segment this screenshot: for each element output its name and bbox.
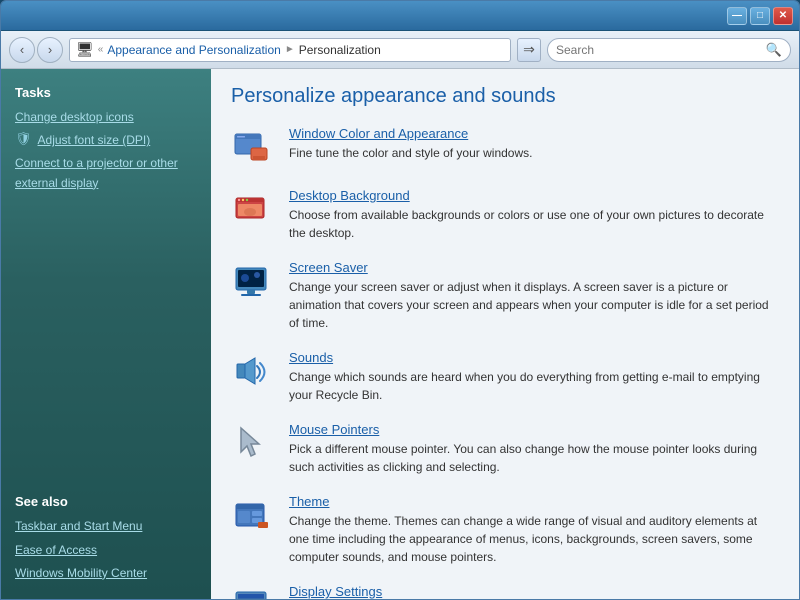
sounds-icon-svg <box>233 352 273 392</box>
theme-link[interactable]: Theme <box>289 494 779 509</box>
sounds-content: Sounds Change which sounds are heard whe… <box>289 350 779 404</box>
breadcrumb-arrow: ► <box>285 44 295 55</box>
change-desktop-icons-link[interactable]: Change desktop icons <box>15 108 134 127</box>
sidebar: Tasks Change desktop icons 🛡 Adjust font… <box>1 69 211 599</box>
screensaver-link[interactable]: Screen Saver <box>289 260 779 275</box>
content-area: Tasks Change desktop icons 🛡 Adjust font… <box>1 69 799 599</box>
search-icon: 🔍 <box>766 42 782 58</box>
desktop-bg-icon <box>231 188 275 232</box>
screensaver-content: Screen Saver Change your screen saver or… <box>289 260 779 332</box>
search-bar: 🔍 <box>547 38 791 62</box>
mouse-link[interactable]: Mouse Pointers <box>289 422 779 437</box>
desktop-bg-link[interactable]: Desktop Background <box>289 188 779 203</box>
see-also-section: See also Taskbar and Start Menu Ease of … <box>15 494 197 583</box>
window-color-icon <box>231 126 275 170</box>
breadcrumb-separator-left: « <box>98 44 104 55</box>
ease-of-access-link[interactable]: Ease of Access <box>15 541 197 560</box>
main-window: — □ ✕ ‹ › 🖥 « Appearance and Personaliza… <box>0 0 800 600</box>
connect-projector-link[interactable]: Connect to a projector or other external… <box>15 154 197 192</box>
desktop-bg-content: Desktop Background Choose from available… <box>289 188 779 242</box>
windows-mobility-center-link[interactable]: Windows Mobility Center <box>15 564 197 583</box>
mouse-desc: Pick a different mouse pointer. You can … <box>289 440 779 476</box>
desktop-bg-icon-svg <box>233 190 273 230</box>
title-bar: — □ ✕ <box>1 1 799 31</box>
settings-item-theme: Theme Change the theme. Themes can chang… <box>231 494 779 566</box>
theme-content: Theme Change the theme. Themes can chang… <box>289 494 779 566</box>
sounds-desc: Change which sounds are heard when you d… <box>289 368 779 404</box>
search-input[interactable] <box>556 43 762 57</box>
theme-icon-svg <box>233 496 273 536</box>
back-button[interactable]: ‹ <box>9 37 35 63</box>
desktop-bg-desc: Choose from available backgrounds or col… <box>289 206 779 242</box>
sounds-link[interactable]: Sounds <box>289 350 779 365</box>
minimize-button[interactable]: — <box>727 7 747 25</box>
adjust-font-size-link[interactable]: Adjust font size (DPI) <box>38 131 151 150</box>
window-color-icon-svg <box>233 128 273 168</box>
nav-arrows: ‹ › <box>9 37 63 63</box>
screensaver-icon <box>231 260 275 304</box>
maximize-button[interactable]: □ <box>750 7 770 25</box>
sidebar-item-projector[interactable]: Connect to a projector or other external… <box>15 154 197 192</box>
settings-item-screensaver: Screen Saver Change your screen saver or… <box>231 260 779 332</box>
shield-icon: 🛡 <box>15 131 32 147</box>
display-icon <box>231 584 275 599</box>
main-panel: Personalize appearance and sounds Window… <box>211 69 799 599</box>
sounds-icon <box>231 350 275 394</box>
window-color-content: Window Color and Appearance Fine tune th… <box>289 126 532 162</box>
mouse-icon-svg <box>233 424 273 464</box>
settings-item-mouse: Mouse Pointers Pick a different mouse po… <box>231 422 779 476</box>
window-controls: — □ ✕ <box>727 7 793 25</box>
tasks-title: Tasks <box>15 85 197 100</box>
page-title: Personalize appearance and sounds <box>231 85 779 108</box>
breadcrumb-bar: 🖥 « Appearance and Personalization ► Per… <box>69 38 511 62</box>
settings-item-desktop-bg: Desktop Background Choose from available… <box>231 188 779 242</box>
settings-item-window-color: Window Color and Appearance Fine tune th… <box>231 126 779 170</box>
window-color-link[interactable]: Window Color and Appearance <box>289 126 532 141</box>
mouse-content: Mouse Pointers Pick a different mouse po… <box>289 422 779 476</box>
window-color-desc: Fine tune the color and style of your wi… <box>289 144 532 162</box>
go-button[interactable]: ⇒ <box>517 38 541 62</box>
display-link[interactable]: Display Settings <box>289 584 779 599</box>
forward-button[interactable]: › <box>37 37 63 63</box>
sidebar-item-font-size[interactable]: 🛡 Adjust font size (DPI) <box>15 131 197 150</box>
screensaver-desc: Change your screen saver or adjust when … <box>289 278 779 332</box>
breadcrumb-link-appearance[interactable]: Appearance and Personalization <box>107 43 280 57</box>
settings-item-display: Display Settings Adjust your monitor res… <box>231 584 779 599</box>
see-also-title: See also <box>15 494 197 509</box>
mouse-icon <box>231 422 275 466</box>
sidebar-item-change-icons[interactable]: Change desktop icons <box>15 108 197 127</box>
theme-desc: Change the theme. Themes can change a wi… <box>289 512 779 566</box>
close-button[interactable]: ✕ <box>773 7 793 25</box>
taskbar-start-menu-link[interactable]: Taskbar and Start Menu <box>15 517 197 536</box>
display-icon-svg <box>233 586 273 599</box>
settings-item-sounds: Sounds Change which sounds are heard whe… <box>231 350 779 404</box>
nav-bar: ‹ › 🖥 « Appearance and Personalization ►… <box>1 31 799 69</box>
breadcrumb-current: Personalization <box>299 43 381 57</box>
screensaver-icon-svg <box>233 262 273 302</box>
display-content: Display Settings Adjust your monitor res… <box>289 584 779 599</box>
theme-icon <box>231 494 275 538</box>
breadcrumb-icon: 🖥 <box>76 41 94 58</box>
